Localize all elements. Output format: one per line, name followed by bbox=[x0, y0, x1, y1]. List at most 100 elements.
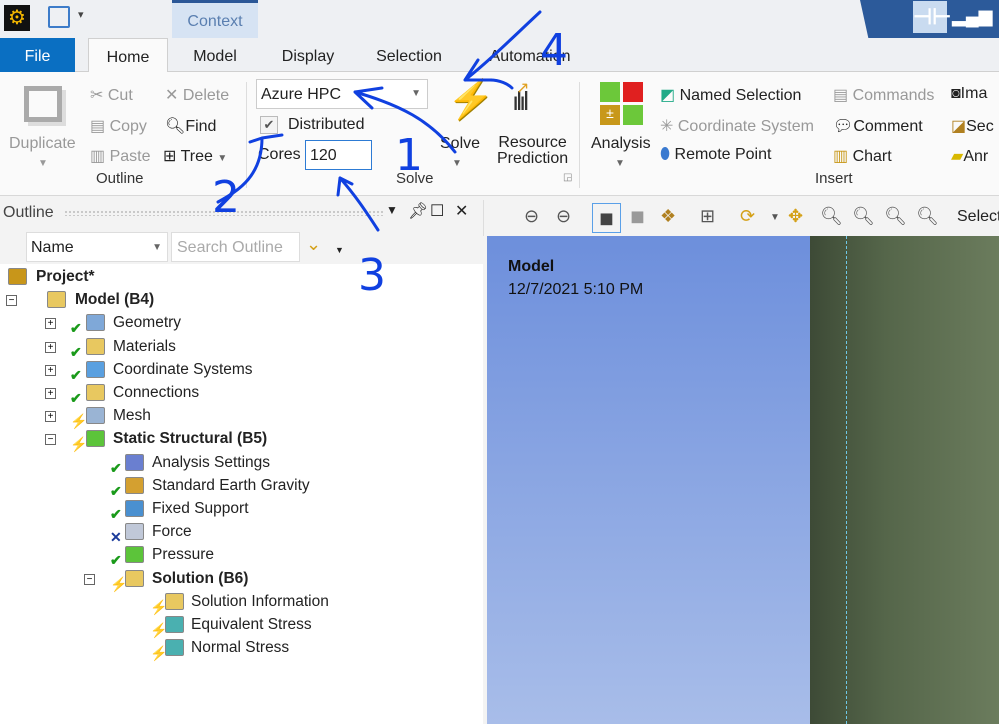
delete-label: Delete bbox=[182, 87, 230, 104]
tree-item[interactable]: ✔ Pressure bbox=[0, 544, 480, 568]
zoom-out-icon[interactable]: ⊖ bbox=[524, 206, 539, 227]
expand-icon[interactable]: + bbox=[45, 341, 56, 353]
viewport-model-date: 12/7/2021 5:10 PM bbox=[508, 281, 644, 298]
annotation-button[interactable]: ▰Anr bbox=[951, 146, 988, 166]
collapse-icon[interactable]: − bbox=[6, 295, 17, 307]
chart-button[interactable]: ▥ Chart bbox=[833, 146, 892, 166]
tree-item[interactable]: ⚡ Solution Information bbox=[0, 591, 480, 615]
zoom-fit-icon[interactable]: 🔍︎ bbox=[916, 206, 939, 227]
tab-display[interactable]: Display bbox=[268, 38, 348, 72]
dialog-launcher-icon[interactable]: ◲ bbox=[563, 172, 572, 183]
rotate-icon[interactable]: ⟳ bbox=[740, 206, 755, 227]
save-icon[interactable] bbox=[48, 6, 70, 28]
tree-item[interactable]: ⚡ Normal Stress bbox=[0, 637, 480, 661]
model-geometry[interactable] bbox=[810, 236, 999, 724]
zoom-icon[interactable]: 🔍︎ bbox=[820, 206, 843, 227]
tab-home[interactable]: Home bbox=[88, 38, 168, 73]
tab-model[interactable]: Model bbox=[178, 38, 252, 72]
tab-selection[interactable]: Selection bbox=[362, 38, 456, 72]
expand-icon[interactable]: + bbox=[45, 318, 56, 330]
pan-icon[interactable]: ✥ bbox=[788, 206, 803, 227]
cores-input[interactable]: 120 bbox=[305, 140, 372, 170]
tree-item[interactable]: + ✔ Materials bbox=[0, 336, 480, 360]
edge-line bbox=[846, 236, 847, 724]
solver-select[interactable]: Azure HPC ▼ bbox=[256, 79, 428, 109]
solve-button[interactable]: Solve bbox=[440, 135, 480, 153]
tab-context[interactable]: Context bbox=[172, 0, 258, 38]
pin-icon[interactable]: 📌︎ bbox=[408, 201, 428, 221]
find-button[interactable]: 🔍︎Find bbox=[165, 116, 216, 136]
analysis-structural-icon[interactable] bbox=[600, 82, 620, 102]
shaded-view-icon[interactable]: ◼ bbox=[592, 203, 621, 233]
tab-automation[interactable]: Automation bbox=[478, 38, 582, 72]
paste-button[interactable]: ▥ Paste bbox=[90, 146, 151, 166]
distributed-checkbox[interactable]: ✔ bbox=[260, 116, 278, 134]
mesh-icon bbox=[86, 407, 105, 425]
zoom-in-icon[interactable]: 🔍︎ bbox=[852, 206, 875, 227]
close-icon[interactable]: ✕ bbox=[455, 201, 468, 221]
analysis-electric-icon[interactable]: ± bbox=[600, 105, 620, 125]
signal-icon[interactable]: ▂▄▆ bbox=[952, 6, 992, 27]
duplicate-icon[interactable] bbox=[24, 86, 62, 122]
tree-item[interactable]: − Model (B4) bbox=[0, 289, 480, 311]
collapse-icon[interactable]: − bbox=[84, 573, 95, 585]
collapse-icon[interactable]: − bbox=[45, 434, 56, 446]
search-outline-input[interactable]: Search Outline bbox=[171, 232, 300, 262]
expand-icon[interactable]: + bbox=[45, 364, 56, 376]
maximize-icon[interactable]: ☐ bbox=[430, 201, 444, 221]
tree-item[interactable]: ✕ Force bbox=[0, 521, 480, 545]
tree-item[interactable]: + ✔ Coordinate Systems bbox=[0, 359, 480, 383]
copy-button[interactable]: ▤ Copy bbox=[90, 116, 147, 136]
rotate-parts-icon[interactable]: ❖ bbox=[660, 206, 676, 227]
tree-button[interactable]: ⊞ Tree ▼ bbox=[163, 146, 227, 166]
rotate-dropdown-icon[interactable]: ▼ bbox=[770, 212, 780, 223]
analysis-button[interactable]: Analysis bbox=[591, 135, 651, 153]
zoom-box-icon[interactable]: 🔍︎ bbox=[884, 206, 907, 227]
analysis-modal-icon[interactable] bbox=[623, 105, 643, 125]
panel-drag-handle[interactable] bbox=[64, 210, 384, 216]
tree-item[interactable]: ✔ Analysis Settings bbox=[0, 452, 480, 476]
tree-item[interactable]: ✔ Fixed Support bbox=[0, 498, 480, 522]
quick-access-dropdown[interactable]: ▾ bbox=[78, 8, 84, 21]
comment-button[interactable]: 💬︎Comment bbox=[833, 116, 923, 136]
section-plane-button[interactable]: ◪Sec bbox=[951, 116, 994, 136]
zoom-out-alt-icon[interactable]: ⊖ bbox=[556, 206, 571, 227]
tree-item[interactable]: + ✔ Geometry bbox=[0, 312, 480, 336]
expand-icon[interactable]: + bbox=[45, 388, 56, 399]
tree-item[interactable]: Project* bbox=[0, 266, 480, 288]
named-selection-button[interactable]: ◩ Named Selection bbox=[660, 85, 801, 105]
app-logo-icon[interactable]: ⚙ bbox=[4, 5, 30, 31]
coordinate-system-button[interactable]: ✳ Coordinate System bbox=[660, 116, 814, 136]
duplicate-button[interactable]: Duplicate bbox=[9, 135, 76, 153]
delete-button[interactable]: ✕ Delete bbox=[165, 85, 229, 105]
panel-menu-icon[interactable]: ▼ bbox=[386, 203, 398, 217]
duplicate-dropdown-icon[interactable]: ▼ bbox=[38, 158, 48, 169]
layout-grid-icon[interactable]: ⊞ bbox=[700, 206, 715, 227]
resource-prediction-icon[interactable]: ılıl ↗ bbox=[512, 80, 530, 117]
tree-item[interactable]: + ⚡ Mesh bbox=[0, 405, 480, 429]
layout-icon[interactable]: ⊣⊢ bbox=[913, 1, 951, 33]
resource-prediction-button[interactable]: Resource Prediction bbox=[497, 135, 568, 167]
name-filter-select[interactable]: Name ▼ bbox=[26, 232, 168, 262]
expand-icon[interactable]: + bbox=[45, 411, 56, 423]
tree-item[interactable]: − ⚡ Solution (B6) bbox=[0, 568, 480, 592]
commands-button[interactable]: ▤ Commands bbox=[833, 85, 934, 105]
copy-icon: ▤ bbox=[90, 118, 106, 135]
tree-item[interactable]: − ⚡ Static Structural (B5) bbox=[0, 428, 480, 452]
tree-item[interactable]: ⚡ Equivalent Stress bbox=[0, 614, 480, 638]
remote-point-button[interactable]: ⬮ Remote Point bbox=[660, 146, 771, 164]
shaded-alt-icon[interactable]: ◼ bbox=[630, 206, 645, 227]
tab-file[interactable]: File bbox=[0, 38, 75, 72]
select-button[interactable]: Select bbox=[957, 208, 999, 226]
dropdown-icon[interactable]: ▼ bbox=[335, 245, 344, 255]
solve-lightning-icon[interactable]: ⚡ bbox=[447, 78, 494, 122]
chevron-down-icon[interactable]: ⌄ bbox=[306, 234, 321, 255]
images-button[interactable]: ◙Ima bbox=[951, 85, 987, 103]
graphics-viewport[interactable] bbox=[487, 236, 810, 724]
cut-button[interactable]: ✂ Cut bbox=[90, 85, 133, 105]
analysis-dropdown-icon[interactable]: ▼ bbox=[615, 158, 625, 169]
tree-item[interactable]: + ✔ Connections bbox=[0, 382, 480, 406]
tree-item[interactable]: ✔ Standard Earth Gravity bbox=[0, 475, 480, 499]
analysis-thermal-icon[interactable] bbox=[623, 82, 643, 102]
solve-dropdown-icon[interactable]: ▼ bbox=[452, 158, 462, 169]
